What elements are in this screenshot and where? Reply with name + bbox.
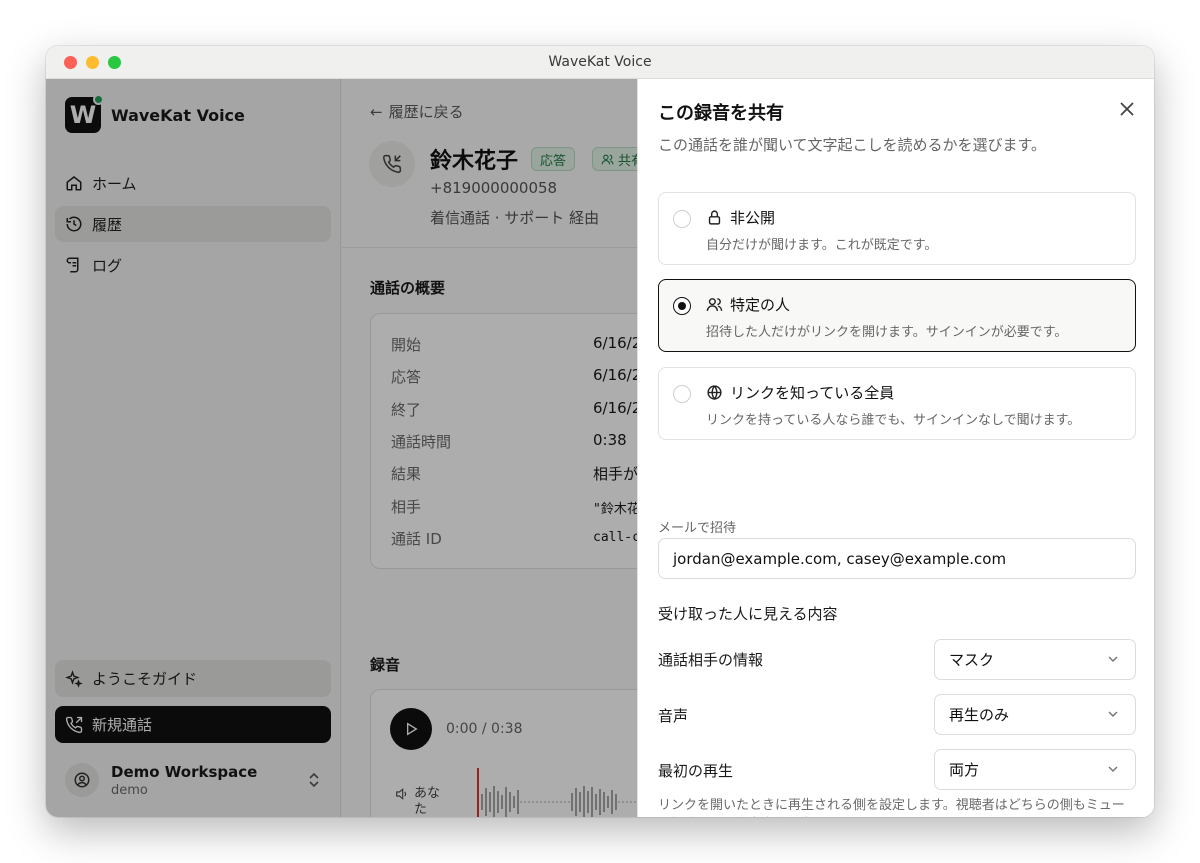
initial-playback-select[interactable]: 両方 <box>934 749 1136 790</box>
audio-label: 音声 <box>658 707 689 725</box>
chevron-down-icon <box>1108 711 1118 718</box>
visibility-option-private[interactable]: 非公開 自分だけが聞けます。これが既定です。 <box>658 192 1136 265</box>
window-controls <box>64 56 121 69</box>
audio-select[interactable]: 再生のみ <box>934 694 1136 735</box>
minimize-window-button[interactable] <box>86 56 99 69</box>
title-bar: WaveKat Voice <box>46 46 1154 79</box>
option-title: 非公開 <box>706 207 775 228</box>
radio-private[interactable] <box>673 210 691 228</box>
caller-info-select[interactable]: マスク <box>934 639 1136 680</box>
option-description: リンクを持っている人なら誰でも、サインインなしで聞けます。 <box>706 413 1081 428</box>
option-description: 招待した人だけがリンクを開けます。サインインが必要です。 <box>706 325 1068 340</box>
option-title: 特定の人 <box>706 294 790 315</box>
modal-backdrop[interactable] <box>46 79 637 817</box>
email-invite-label: メールで招待 <box>658 521 737 536</box>
drawer-title: この録音を共有 <box>658 103 784 124</box>
initial-playback-label: 最初の再生 <box>658 762 734 780</box>
recipient-visibility-heading: 受け取った人に見える内容 <box>658 605 838 623</box>
option-description: 自分だけが聞けます。これが既定です。 <box>706 238 938 253</box>
chevron-down-icon <box>1108 766 1118 773</box>
playback-hint: リンクを開いたときに再生される側を設定します。視聴者はどちらの側もミュート解除で… <box>658 798 1125 813</box>
drawer-subtitle: この通話を誰が聞いて文字起こしを読めるかを選びます。 <box>658 136 1047 154</box>
share-drawer: この録音を共有 この通話を誰が聞いて文字起こしを読めるかを選びます。 非公開 自… <box>637 79 1154 817</box>
globe-icon <box>707 385 722 400</box>
caller-info-label: 通話相手の情報 <box>658 651 764 669</box>
users-icon <box>706 298 723 311</box>
chevron-down-icon <box>1108 656 1118 663</box>
email-invite-input[interactable]: jordan@example.com, casey@example.com <box>658 538 1136 579</box>
visibility-option-anyone-with-link[interactable]: リンクを知っている全員 リンクを持っている人なら誰でも、サインインなしで聞けます… <box>658 367 1136 440</box>
option-title: リンクを知っている全員 <box>706 382 894 403</box>
close-button[interactable] <box>1120 97 1134 121</box>
close-window-button[interactable] <box>64 56 77 69</box>
visibility-option-specific-people[interactable]: 特定の人 招待した人だけがリンクを開けます。サインインが必要です。 <box>658 279 1136 352</box>
radio-anyone-with-link[interactable] <box>673 385 691 403</box>
close-icon <box>1120 102 1134 116</box>
app-window: WaveKat Voice W WaveKat Voice ホーム 履歴 ログ <box>46 46 1154 817</box>
lock-icon <box>708 210 721 225</box>
zoom-window-button[interactable] <box>108 56 121 69</box>
window-title: WaveKat Voice <box>548 54 652 70</box>
radio-specific-people[interactable] <box>673 297 691 315</box>
